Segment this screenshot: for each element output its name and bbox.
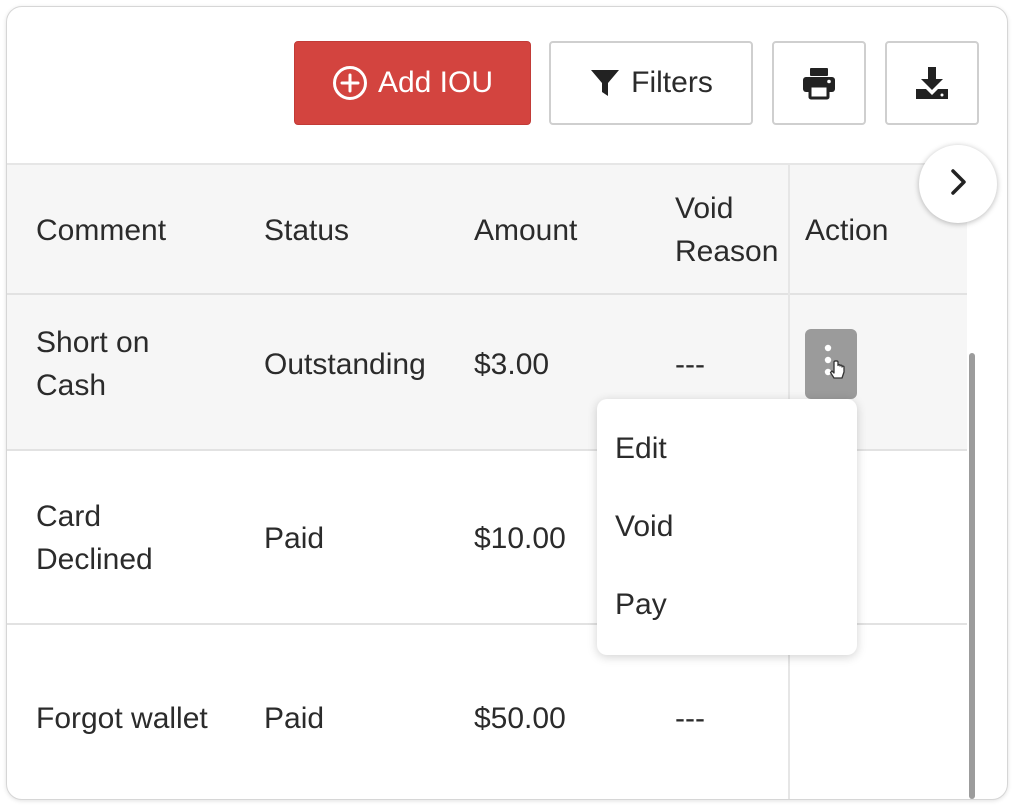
row-comment-line1: Short on (36, 326, 150, 359)
row-action-menu-button[interactable] (805, 329, 857, 399)
row-comment: Forgot wallet (36, 702, 208, 735)
download-button[interactable] (885, 41, 979, 125)
header-comment: Comment (36, 214, 167, 247)
row-comment-line2: Cash (36, 369, 107, 402)
row-comment-line1: Card (36, 500, 102, 533)
menu-item-void[interactable]: Void (615, 507, 673, 547)
row-action-menu: Edit Void Pay (597, 399, 857, 655)
filters-label: Filters (631, 66, 713, 99)
download-icon (914, 65, 950, 101)
chevron-right-icon (945, 167, 971, 202)
table-header: Comment Status Amount Void Reason Action (7, 163, 967, 295)
filters-button[interactable]: Filters (549, 41, 753, 125)
printer-icon (801, 66, 837, 100)
row-status: Paid (264, 702, 325, 735)
iou-panel: Add IOU Filters Comment Status Amount Vo… (6, 6, 1008, 800)
header-void-reason-line1: Void (675, 192, 734, 225)
header-amount: Amount (474, 214, 578, 247)
row-amount: $3.00 (474, 348, 550, 381)
header-void-reason-line2: Reason (675, 235, 779, 268)
scroll-right-button[interactable] (919, 145, 997, 223)
menu-item-pay[interactable]: Pay (615, 585, 667, 625)
add-iou-button[interactable]: Add IOU (294, 41, 531, 125)
add-iou-label: Add IOU (377, 66, 494, 99)
row-amount: $50.00 (474, 702, 566, 735)
row-void-reason: --- (675, 348, 705, 381)
kebab-vertical-icon (816, 340, 846, 389)
print-button[interactable] (772, 41, 866, 125)
filter-icon (589, 67, 621, 99)
row-void-reason: --- (675, 702, 705, 735)
pointer-hand-icon (829, 359, 845, 379)
menu-item-edit[interactable]: Edit (615, 429, 667, 469)
header-action: Action (805, 214, 889, 247)
plus-circle-icon (332, 65, 368, 101)
row-status: Paid (264, 522, 325, 555)
vertical-scrollbar-thumb[interactable] (969, 353, 975, 799)
row-status: Outstanding (264, 348, 426, 381)
row-comment-line2: Declined (36, 543, 153, 576)
header-status: Status (264, 214, 350, 247)
row-amount: $10.00 (474, 522, 566, 555)
